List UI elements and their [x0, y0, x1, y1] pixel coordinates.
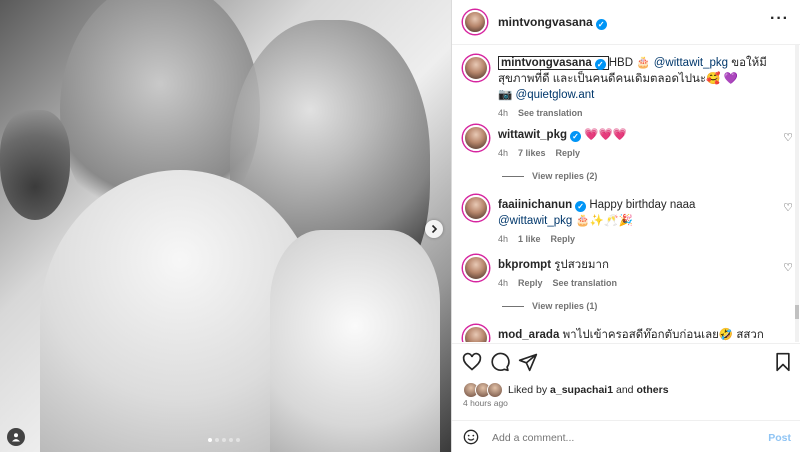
post-timestamp[interactable]: 4 hours ago: [463, 398, 508, 408]
comment-time: 4h: [498, 148, 509, 158]
comment-likes[interactable]: 7 likes: [518, 148, 546, 158]
see-translation-button[interactable]: See translation: [518, 108, 583, 118]
comment-meta: 4h See translation: [498, 105, 771, 121]
likes-summary: Liked by a_supachai1 and others: [463, 382, 669, 398]
chevron-right-icon: [431, 224, 438, 234]
comment-body: faaiinichanun ✓ Happy birthday naaa @witt…: [498, 197, 771, 247]
view-replies-button[interactable]: View replies (1): [502, 301, 597, 311]
bookmark-icon[interactable]: [773, 352, 793, 372]
post-photo[interactable]: [0, 0, 451, 452]
comment-text: Happy birthday naaa: [589, 199, 696, 211]
carousel-next-button[interactable]: [425, 220, 443, 238]
comment-username[interactable]: mod_arada: [498, 329, 559, 341]
photo-dress: [270, 230, 440, 452]
post-comment-button[interactable]: Post: [768, 432, 791, 444]
comments-scrollbar[interactable]: [794, 45, 800, 342]
comment-text: HBD 🎂: [608, 57, 651, 69]
likes-prefix: Liked by: [508, 384, 551, 396]
view-replies-button[interactable]: View replies (2): [502, 171, 597, 181]
like-heart-icon[interactable]: ♡: [783, 201, 793, 214]
tagged-users-button[interactable]: [7, 428, 25, 446]
see-translation-button[interactable]: See translation: [553, 278, 618, 288]
avatar[interactable]: [463, 55, 489, 81]
comment-body: wittawit_pkg ✓ 💗💗💗 4h 7 likes Reply: [498, 127, 771, 161]
post-header: mintvongvasana ✓ ···: [452, 0, 800, 45]
comment-meta: 4h 7 likes Reply: [498, 145, 771, 161]
comments-list[interactable]: mintvongvasana ✓ HBD 🎂 @wittawit_pkg ขอให้…: [452, 45, 800, 342]
comment-time: 4h: [498, 278, 509, 288]
comment-time: 4h: [498, 234, 509, 244]
author-avatar[interactable]: [463, 10, 487, 34]
comment-username[interactable]: mintvongvasana ✓: [498, 56, 609, 70]
comment-text: 🎂✨🥂🎉: [572, 215, 633, 227]
post-side-panel: mintvongvasana ✓ ··· mintvongvasana ✓ HBD 🎂…: [451, 0, 800, 452]
reply-button[interactable]: Reply: [518, 278, 543, 288]
avatar[interactable]: [463, 125, 489, 151]
like-heart-icon[interactable]: ♡: [783, 261, 793, 274]
add-comment-bar: Post: [452, 420, 800, 453]
comment-likes[interactable]: 1 like: [518, 234, 541, 244]
liker-username[interactable]: a_supachai1: [550, 384, 613, 396]
verified-badge-icon: ✓: [570, 131, 582, 142]
comment-text: รูปสวยมาก: [554, 259, 609, 271]
comment-text: 💗💗💗: [584, 129, 628, 141]
scrollbar-track: [795, 45, 799, 342]
mention-link[interactable]: @wittawit_pkg: [654, 57, 728, 69]
share-icon[interactable]: [518, 352, 538, 372]
carousel-dot: [236, 438, 240, 442]
photo-wine-glass: [0, 110, 70, 220]
liker-avatar: [487, 382, 503, 398]
verified-badge-icon: ✓: [595, 19, 607, 30]
author-username[interactable]: mintvongvasana ✓: [498, 15, 607, 30]
reply-button[interactable]: Reply: [556, 148, 581, 158]
avatar[interactable]: [463, 325, 489, 342]
comment-meta: 4h 1 like Reply: [498, 231, 771, 247]
like-heart-icon[interactable]: ♡: [783, 131, 793, 144]
comment-meta: 4h Reply See translation: [498, 275, 771, 291]
likes-others-link[interactable]: others: [636, 384, 668, 396]
comment-username[interactable]: faaiinichanun ✓: [498, 199, 587, 212]
camera-emoji: 📷: [498, 89, 513, 101]
scrollbar-thumb[interactable]: [795, 305, 799, 319]
comment-icon[interactable]: [490, 352, 510, 372]
comment-body: mod_arada พาไปเข้าครอสดีท๊อกตับก่อนเลย🤣 …: [498, 327, 771, 342]
add-comment-input[interactable]: [490, 427, 744, 449]
emoji-icon[interactable]: [463, 429, 479, 445]
verified-badge-icon: ✓: [575, 201, 587, 212]
carousel-dot: [222, 438, 226, 442]
carousel-dot: [208, 438, 212, 442]
avatar[interactable]: [463, 255, 489, 281]
user-icon: [12, 433, 20, 442]
comment-username[interactable]: bkprompt: [498, 259, 551, 271]
carousel-dot: [229, 438, 233, 442]
mention-link[interactable]: @wittawit_pkg: [498, 215, 572, 227]
more-horizontal-icon[interactable]: ···: [770, 10, 789, 28]
comment-username[interactable]: wittawit_pkg ✓: [498, 129, 582, 142]
post-actions-bar: [452, 343, 800, 378]
heart-icon[interactable]: [462, 352, 482, 372]
carousel-indicator: [208, 438, 240, 442]
carousel-dot: [215, 438, 219, 442]
likes-and: and: [613, 384, 637, 396]
reply-button[interactable]: Reply: [551, 234, 576, 244]
avatar[interactable]: [463, 195, 489, 221]
comment-time: 4h: [498, 108, 509, 118]
verified-badge-icon: ✓: [594, 59, 606, 70]
comment-body: mintvongvasana ✓ HBD 🎂 @wittawit_pkg ขอให้…: [498, 55, 771, 121]
mention-link[interactable]: @quietglow.ant: [516, 89, 595, 101]
comment-body: bkprompt รูปสวยมาก 4h Reply See translatio…: [498, 257, 771, 291]
